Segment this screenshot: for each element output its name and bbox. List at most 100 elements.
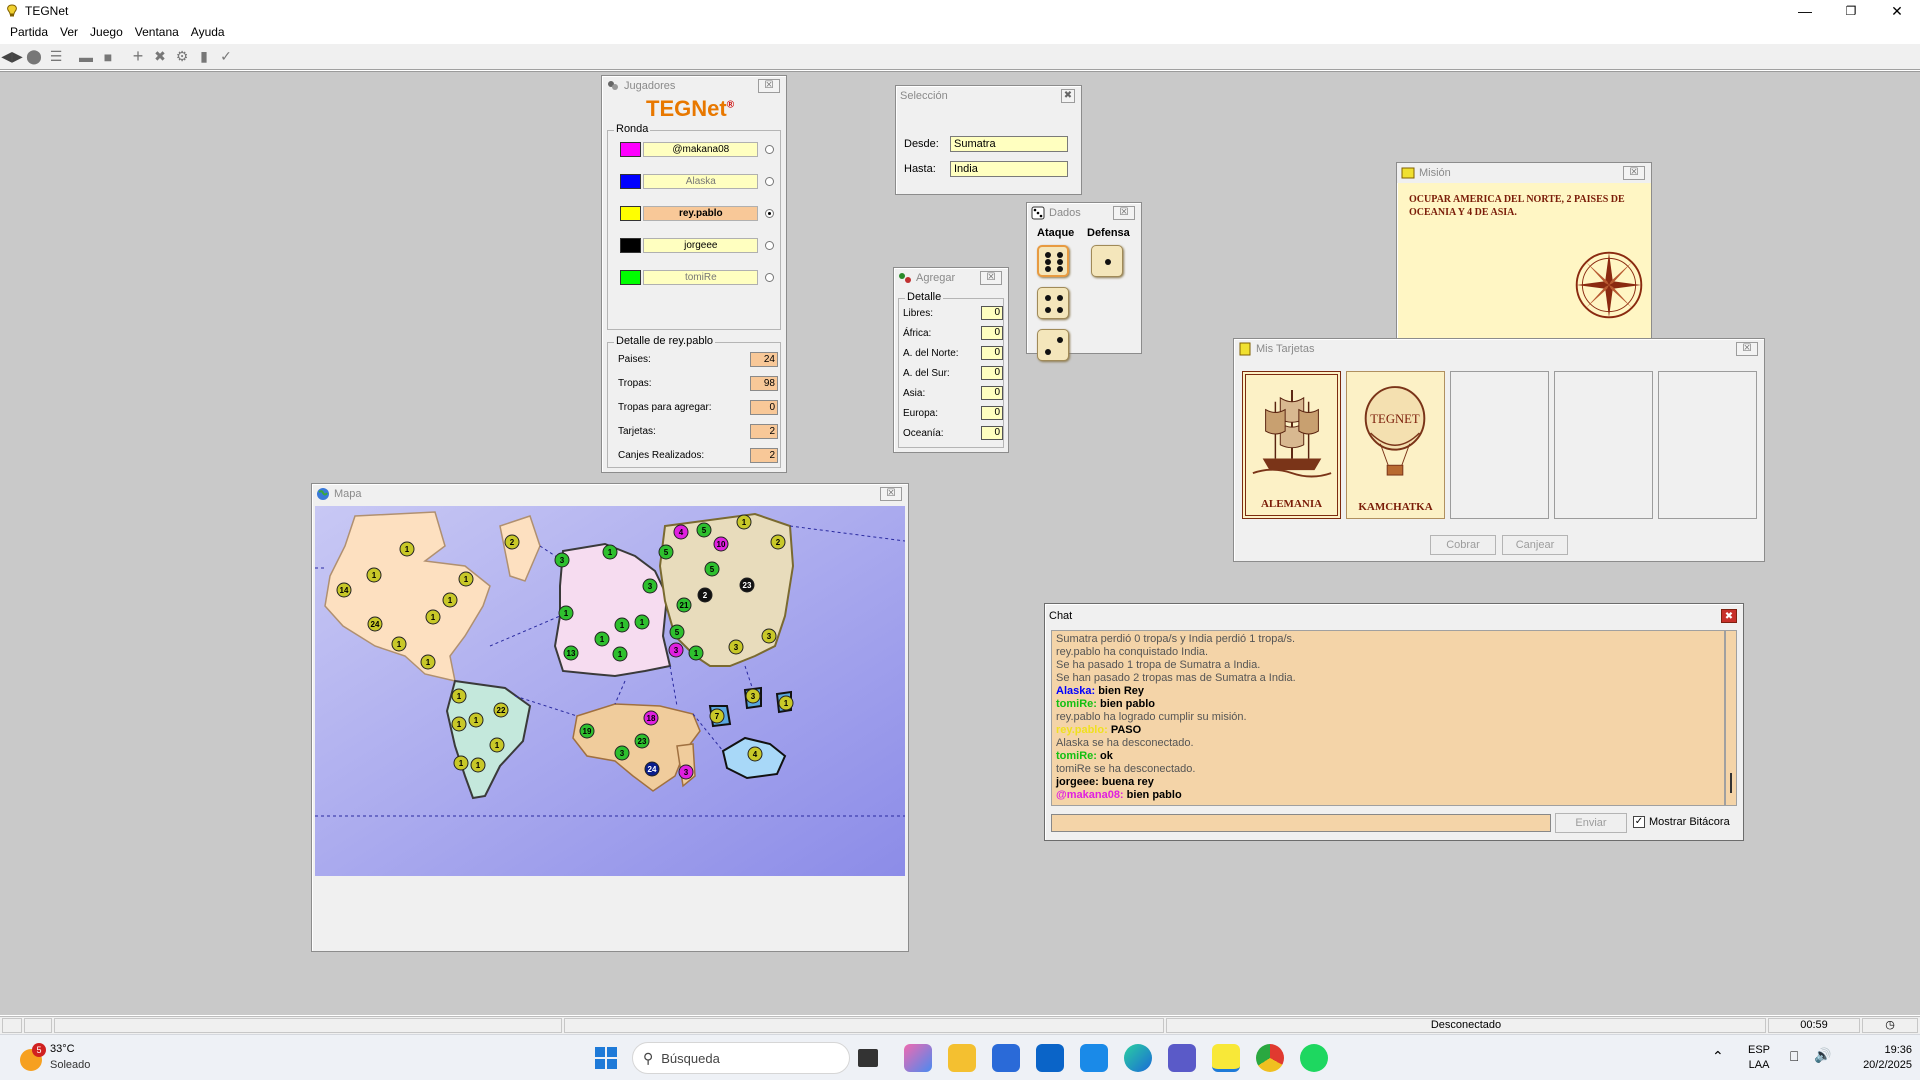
- country-troop-marker[interactable]: 3: [554, 552, 570, 568]
- jugadores-title-bar[interactable]: Jugadores ☒: [602, 76, 786, 96]
- country-troop-marker[interactable]: 22: [493, 702, 509, 718]
- player-row[interactable]: rey.pablo: [620, 205, 774, 221]
- mision-close-button[interactable]: ☒: [1623, 166, 1645, 180]
- country-troop-marker[interactable]: 1: [470, 757, 486, 773]
- country-troop-marker[interactable]: 24: [644, 761, 660, 777]
- agregar-row-value[interactable]: 0: [981, 306, 1003, 320]
- weather-widget[interactable]: 5 33°C Soleado: [18, 1041, 128, 1075]
- search-input[interactable]: ⚲ Búsqueda: [632, 1042, 850, 1074]
- power-automate-icon[interactable]: [1080, 1044, 1108, 1072]
- player-radio[interactable]: [765, 176, 774, 186]
- hasta-field[interactable]: India: [950, 161, 1068, 177]
- menu-partida[interactable]: Partida: [4, 25, 54, 39]
- country-troop-marker[interactable]: 3: [745, 688, 761, 704]
- connect-icon[interactable]: ◀▶: [1, 47, 23, 67]
- outlook-icon[interactable]: [1036, 1044, 1064, 1072]
- player-row[interactable]: Alaska: [620, 173, 774, 189]
- country-troop-marker[interactable]: 1: [391, 636, 407, 652]
- maximize-button[interactable]: ❐: [1828, 0, 1874, 22]
- country-troop-marker[interactable]: 1: [612, 646, 628, 662]
- player-row[interactable]: @makana08: [620, 141, 774, 157]
- close-button[interactable]: ✕: [1874, 0, 1920, 22]
- canjear-button[interactable]: Canjear: [1502, 535, 1568, 555]
- mapa-close-button[interactable]: ☒: [880, 487, 902, 501]
- cobrar-button[interactable]: Cobrar: [1430, 535, 1496, 555]
- edge-icon[interactable]: [1124, 1044, 1152, 1072]
- menu-ver[interactable]: Ver: [54, 25, 84, 39]
- country-troop-marker[interactable]: 1: [634, 614, 650, 630]
- card-alemania[interactable]: ALEMANIA: [1242, 371, 1341, 519]
- country-troop-marker[interactable]: 14: [336, 582, 352, 598]
- country-troop-marker[interactable]: 2: [770, 534, 786, 550]
- tray-chevron-icon[interactable]: ⌃: [1712, 1048, 1724, 1065]
- menu-juego[interactable]: Juego: [84, 25, 129, 39]
- chat-title-bar[interactable]: Chat ✖: [1045, 604, 1743, 628]
- world-map[interactable]: 121 114112411313111113 14 51105522322153 133…: [315, 506, 905, 876]
- agregar-row-value[interactable]: 0: [981, 406, 1003, 420]
- dados-title-bar[interactable]: Dados ☒: [1027, 203, 1141, 223]
- country-troop-marker[interactable]: 1: [451, 688, 467, 704]
- country-troop-marker[interactable]: 18: [643, 710, 659, 726]
- start-icon[interactable]: ▬: [76, 47, 96, 67]
- country-troop-marker[interactable]: 3: [642, 578, 658, 594]
- mostrar-bitacora-checkbox[interactable]: ✓: [1633, 816, 1645, 828]
- country-troop-marker[interactable]: 19: [579, 723, 595, 739]
- country-troop-marker[interactable]: 1: [614, 617, 630, 633]
- country-troop-marker[interactable]: 1: [736, 514, 752, 530]
- menu-ventana[interactable]: Ventana: [129, 25, 185, 39]
- country-troop-marker[interactable]: 7: [709, 708, 725, 724]
- country-troop-marker[interactable]: 5: [704, 561, 720, 577]
- country-troop-marker[interactable]: 1: [558, 605, 574, 621]
- player-radio[interactable]: [765, 144, 774, 154]
- country-troop-marker[interactable]: 1: [688, 645, 704, 661]
- spotify-icon[interactable]: [1300, 1044, 1328, 1072]
- jugadores-close-button[interactable]: ☒: [758, 79, 780, 93]
- country-troop-marker[interactable]: 24: [367, 616, 383, 632]
- country-troop-marker[interactable]: 1: [453, 755, 469, 771]
- tarjetas-close-button[interactable]: ☒: [1736, 342, 1758, 356]
- start-button[interactable]: [592, 1044, 620, 1072]
- agregar-row-value[interactable]: 0: [981, 346, 1003, 360]
- seleccion-title-bar[interactable]: Selección ✖: [896, 86, 1081, 106]
- agregar-row-value[interactable]: 0: [981, 366, 1003, 380]
- card-kamchatka[interactable]: TEGNET KAMCHATKA: [1346, 371, 1445, 519]
- country-troop-marker[interactable]: 1: [458, 571, 474, 587]
- player-radio[interactable]: [765, 208, 774, 218]
- country-troop-marker[interactable]: 3: [668, 642, 684, 658]
- country-troop-marker[interactable]: 3: [614, 745, 630, 761]
- mision-title-bar[interactable]: Misión ☒: [1397, 163, 1651, 183]
- dados-close-button[interactable]: ☒: [1113, 206, 1135, 220]
- country-troop-marker[interactable]: 3: [761, 628, 777, 644]
- network-icon[interactable]: ⎕: [1790, 1048, 1798, 1065]
- store-icon[interactable]: [992, 1044, 1020, 1072]
- agregar-row-value[interactable]: 0: [981, 326, 1003, 340]
- chat-scrollbar[interactable]: [1725, 630, 1737, 806]
- agregar-title-bar[interactable]: Agregar ☒: [894, 268, 1008, 288]
- country-troop-marker[interactable]: 4: [673, 524, 689, 540]
- chat-log[interactable]: Sumatra perdió 0 tropa/s y India perdió …: [1051, 630, 1725, 806]
- player-radio[interactable]: [765, 240, 774, 250]
- player-row[interactable]: jorgeee: [620, 237, 774, 253]
- country-troop-marker[interactable]: 4: [747, 746, 763, 762]
- teams-icon[interactable]: [1168, 1044, 1196, 1072]
- country-troop-marker[interactable]: 1: [602, 544, 618, 560]
- country-troop-marker[interactable]: 5: [696, 522, 712, 538]
- enviar-button[interactable]: Enviar: [1555, 813, 1627, 833]
- country-troop-marker[interactable]: 2: [697, 587, 713, 603]
- country-troop-marker[interactable]: 21: [676, 597, 692, 613]
- country-troop-marker[interactable]: 1: [778, 695, 794, 711]
- country-troop-marker[interactable]: 2: [504, 534, 520, 550]
- country-troop-marker[interactable]: 1: [399, 541, 415, 557]
- language-indicator[interactable]: ESP LAA: [1748, 1043, 1770, 1073]
- country-troop-marker[interactable]: 3: [728, 639, 744, 655]
- check-icon[interactable]: ✓: [216, 47, 236, 67]
- country-troop-marker[interactable]: 10: [713, 536, 729, 552]
- country-troop-marker[interactable]: 1: [442, 592, 458, 608]
- chat-input[interactable]: [1051, 814, 1551, 832]
- country-troop-marker[interactable]: 13: [563, 645, 579, 661]
- add-icon[interactable]: +: [128, 46, 148, 67]
- clock[interactable]: 19:36 20/2/2025: [1842, 1043, 1912, 1073]
- country-troop-marker[interactable]: 23: [634, 733, 650, 749]
- player-row[interactable]: tomiRe: [620, 269, 774, 285]
- file-explorer-icon[interactable]: [948, 1044, 976, 1072]
